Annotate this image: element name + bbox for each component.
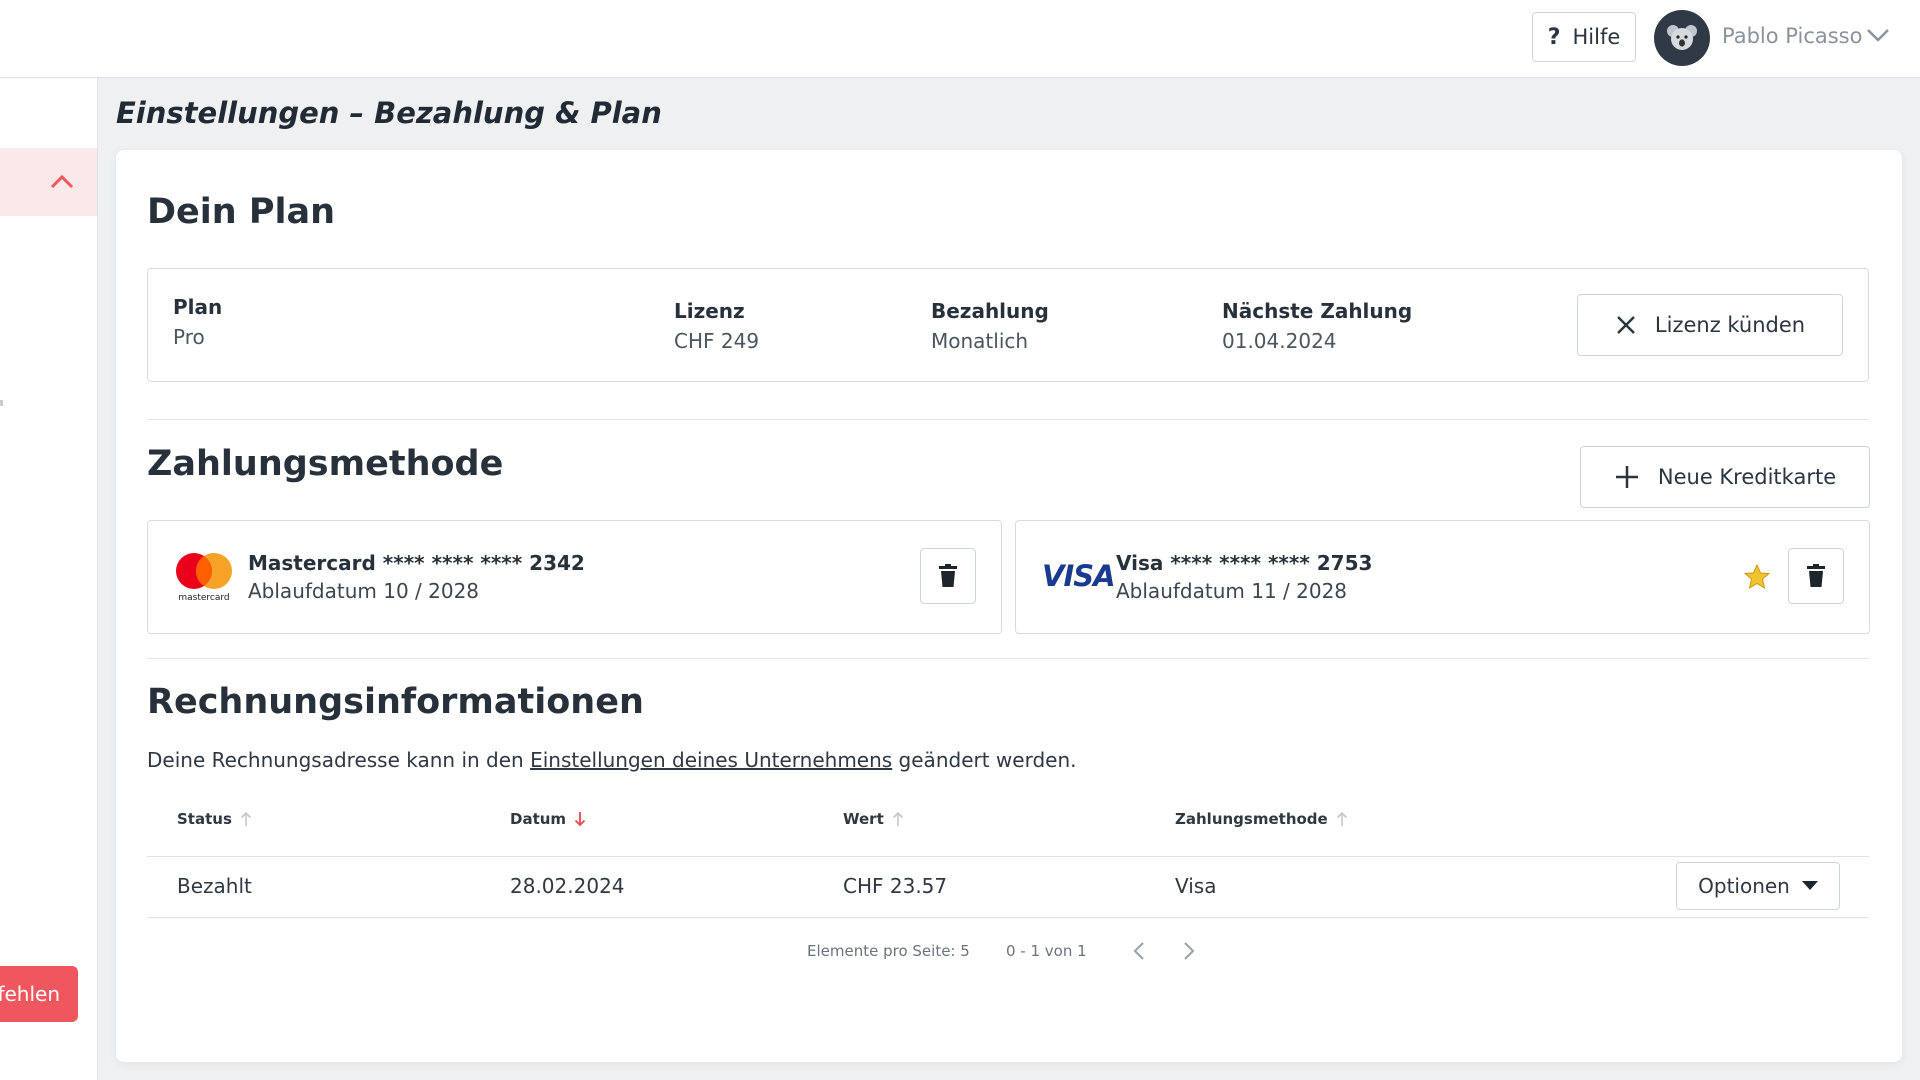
page-range: 0 - 1 von 1 bbox=[1006, 942, 1087, 960]
cell-date: 28.02.2024 bbox=[510, 874, 625, 898]
mastercard-logo-text: mastercard bbox=[178, 593, 230, 603]
sort-up-icon bbox=[1336, 811, 1347, 826]
options-dropdown-button[interactable]: Optionen bbox=[1676, 862, 1840, 910]
mastercard-logo: mastercard bbox=[172, 551, 236, 603]
section-divider bbox=[147, 658, 1869, 659]
column-header-label: Datum bbox=[510, 810, 567, 828]
add-credit-card-label: Neue Kreditkarte bbox=[1657, 465, 1837, 489]
sort-down-icon bbox=[574, 812, 586, 827]
delete-card-button[interactable] bbox=[920, 548, 976, 604]
column-header-label: Status bbox=[177, 810, 232, 828]
plan-heading: Dein Plan bbox=[147, 192, 336, 232]
avatar[interactable] bbox=[1654, 10, 1710, 66]
user-name[interactable]: Pablo Picasso bbox=[1722, 24, 1862, 48]
top-bar: ? Hilfe Pablo Picasso bbox=[0, 0, 1920, 78]
visa-logo: VISA bbox=[1042, 559, 1116, 593]
sidebar-action-button[interactable]: fehlen bbox=[0, 966, 78, 1022]
column-header-value[interactable]: Wert bbox=[843, 810, 904, 828]
cell-payment-method: Visa bbox=[1175, 874, 1217, 898]
help-button[interactable]: ? Hilfe bbox=[1532, 12, 1636, 62]
chevron-right-icon[interactable] bbox=[1182, 940, 1196, 962]
trash-icon bbox=[939, 564, 957, 587]
billing-info-text: Deine Rechnungsadresse kann in den Einst… bbox=[147, 748, 1076, 772]
next-payment-label: Nächste Zahlung bbox=[1222, 299, 1413, 323]
payment-card-mastercard: mastercard Mastercard **** **** **** 234… bbox=[147, 520, 1002, 634]
chevron-down-icon[interactable] bbox=[1866, 26, 1890, 44]
plan-field-billing: Bezahlung Monatlich bbox=[931, 299, 1049, 353]
payment-card-visa: VISA Visa **** **** **** 2753 Ablaufdatu… bbox=[1015, 520, 1870, 634]
plan-field-next-payment: Nächste Zahlung 01.04.2024 bbox=[1222, 299, 1412, 353]
mastercard-icon bbox=[176, 553, 232, 589]
trash-icon bbox=[1807, 564, 1825, 587]
sidebar-action-label: fehlen bbox=[0, 982, 60, 1006]
sidebar: fehlen bbox=[0, 78, 98, 1080]
license-label: Lizenz bbox=[674, 299, 745, 323]
plus-icon bbox=[1615, 466, 1638, 488]
add-credit-card-button[interactable]: Neue Kreditkarte bbox=[1580, 446, 1870, 508]
cancel-license-label: Lizenz künden bbox=[1654, 313, 1806, 337]
sort-up-icon bbox=[240, 811, 251, 826]
options-label: Optionen bbox=[1698, 874, 1790, 898]
column-header-label: Zahlungsmethode bbox=[1175, 810, 1328, 828]
page-title: Einstellungen – Bezahlung & Plan bbox=[116, 96, 662, 130]
billing-info-prefix: Deine Rechnungsadresse kann in den bbox=[147, 748, 531, 772]
plan-box: Plan Pro Lizenz CHF 249 Bezahlung Monatl… bbox=[147, 268, 1869, 382]
column-header-label: Wert bbox=[843, 810, 884, 828]
plan-value: Pro bbox=[173, 325, 205, 349]
table-header-divider bbox=[147, 856, 1869, 857]
payment-heading: Zahlungsmethode bbox=[147, 444, 504, 484]
billing-info-suffix: geändert werden. bbox=[892, 748, 1077, 772]
sidebar-marker bbox=[0, 400, 3, 406]
billing-label: Bezahlung bbox=[931, 299, 1049, 323]
card-title: Visa **** **** **** 2753 bbox=[1116, 551, 1373, 575]
table-row-divider bbox=[147, 917, 1869, 918]
plan-label: Plan bbox=[173, 295, 223, 319]
star-icon[interactable] bbox=[1744, 564, 1770, 590]
cancel-license-button[interactable]: Lizenz künden bbox=[1577, 294, 1843, 356]
close-icon bbox=[1617, 316, 1635, 334]
sort-up-icon bbox=[892, 811, 903, 826]
card-expiry: Ablaufdatum 11 / 2028 bbox=[1116, 579, 1348, 603]
chevron-up-icon bbox=[50, 174, 74, 189]
plan-field-plan: Plan Pro bbox=[173, 295, 222, 349]
section-divider bbox=[147, 419, 1869, 420]
caret-down-icon bbox=[1801, 881, 1818, 890]
sidebar-active-item[interactable] bbox=[0, 148, 97, 216]
card-title: Mastercard **** **** **** 2342 bbox=[248, 551, 585, 575]
help-label: Hilfe bbox=[1572, 25, 1621, 49]
column-header-status[interactable]: Status bbox=[177, 810, 252, 828]
delete-card-button[interactable] bbox=[1788, 548, 1844, 604]
plan-field-license: Lizenz CHF 249 bbox=[674, 299, 759, 353]
card-expiry: Ablaufdatum 10 / 2028 bbox=[248, 579, 480, 603]
column-header-payment-method[interactable]: Zahlungsmethode bbox=[1175, 810, 1348, 828]
items-per-page[interactable]: Elemente pro Seite: 5 bbox=[807, 942, 970, 960]
chevron-left-icon[interactable] bbox=[1132, 940, 1146, 962]
next-payment-value: 01.04.2024 bbox=[1222, 329, 1337, 353]
question-icon: ? bbox=[1547, 24, 1561, 50]
company-settings-link[interactable]: Einstellungen deines Unternehmens bbox=[530, 748, 892, 772]
cell-status: Bezahlt bbox=[177, 874, 252, 898]
column-header-date[interactable]: Datum bbox=[510, 810, 586, 828]
koala-icon bbox=[1667, 25, 1697, 50]
license-value: CHF 249 bbox=[674, 329, 760, 353]
billing-value: Monatlich bbox=[931, 329, 1029, 353]
settings-card: Dein Plan Plan Pro Lizenz CHF 249 Bezahl… bbox=[116, 150, 1902, 1062]
cell-value: CHF 23.57 bbox=[843, 874, 948, 898]
billing-heading: Rechnungsinformationen bbox=[147, 682, 644, 722]
